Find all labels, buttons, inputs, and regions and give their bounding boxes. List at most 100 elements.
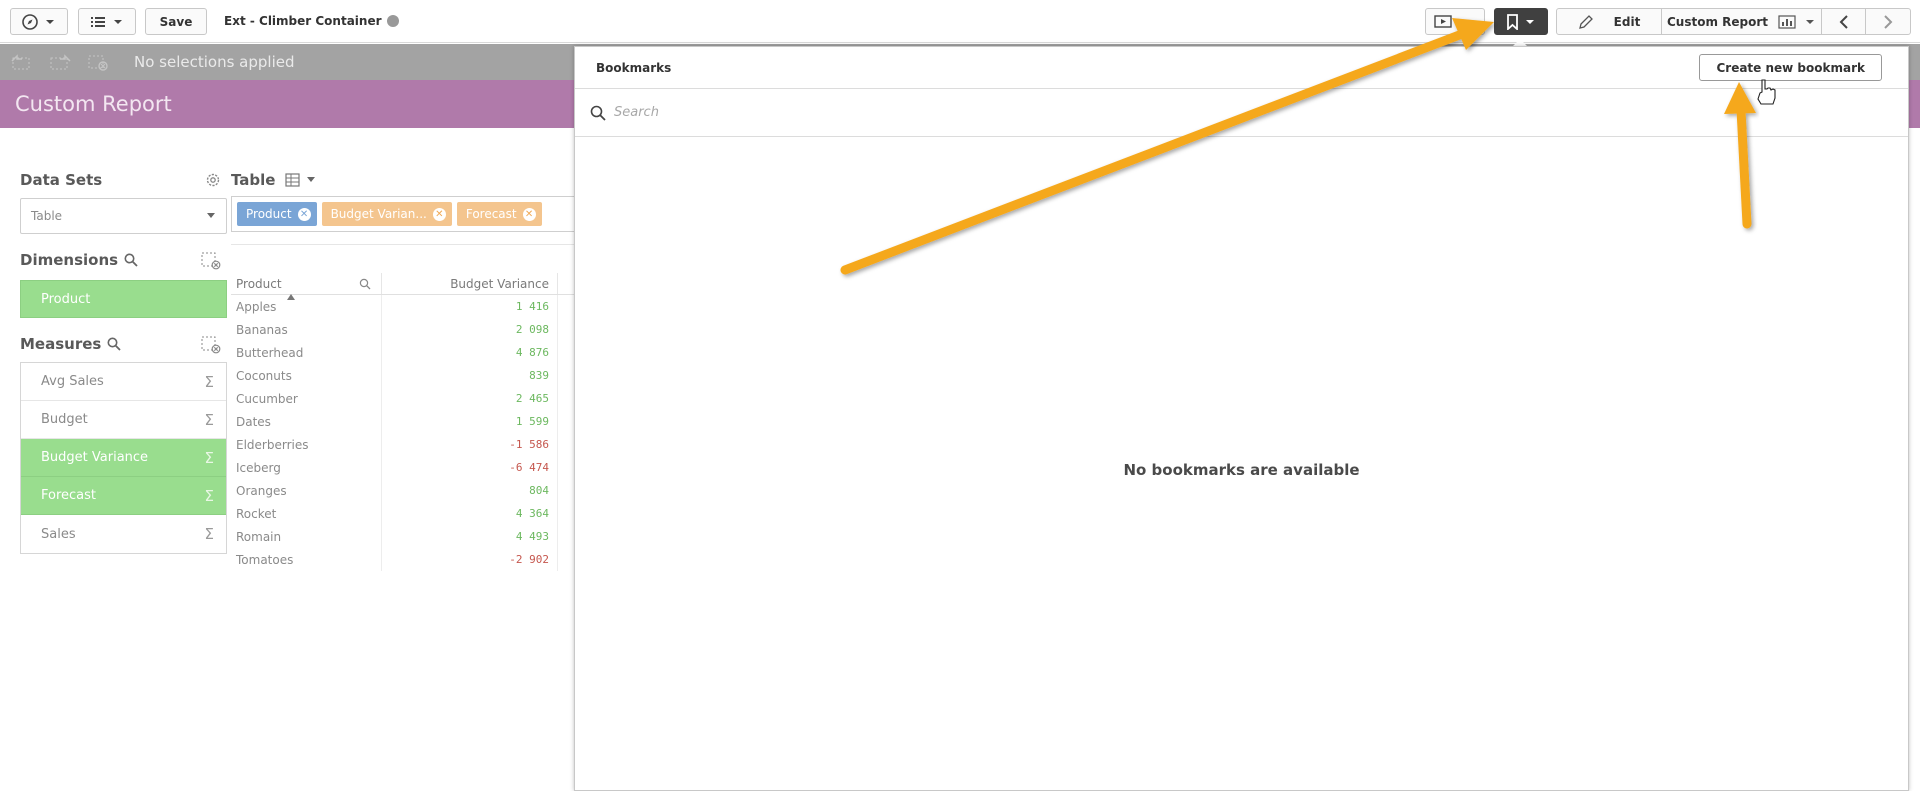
table-area: Table Product ✕ Budget Varian... ✕ Forec… <box>231 170 580 571</box>
cell-budget-variance: 2 098 <box>382 318 558 341</box>
cell-product[interactable]: Cucumber <box>231 387 382 410</box>
cell-product[interactable]: Apples <box>231 295 382 318</box>
cell-product[interactable]: Rocket <box>231 502 382 525</box>
column-header-budget-variance[interactable]: Budget Variance <box>382 273 558 294</box>
chip-label: Forecast <box>465 207 517 221</box>
save-button[interactable]: Save <box>145 8 207 35</box>
chip-product[interactable]: Product ✕ <box>237 202 317 226</box>
measure-item-label: Forecast <box>41 488 97 503</box>
bookmarks-search-input[interactable] <box>614 105 914 120</box>
table-row[interactable]: Oranges 804 <box>231 479 580 502</box>
search-icon <box>590 105 606 121</box>
bookmarks-search <box>575 89 1908 137</box>
table-row[interactable]: Rocket 4 364 <box>231 502 580 525</box>
cell-product[interactable]: Oranges <box>231 479 382 502</box>
sigma-icon: Σ <box>204 410 214 429</box>
caret-down-icon <box>207 213 215 218</box>
previous-sheet-button[interactable] <box>1822 9 1866 34</box>
clear-measures-icon[interactable] <box>201 336 221 354</box>
column-header-label: Product <box>236 276 282 291</box>
selection-tools <box>10 52 110 72</box>
cell-product[interactable]: Iceberg <box>231 456 382 479</box>
edit-button[interactable]: Edit <box>1557 9 1662 34</box>
data-sets-label: Data Sets <box>20 170 227 190</box>
cell-product[interactable]: Dates <box>231 410 382 433</box>
table-row[interactable]: Apples 1 416 <box>231 295 580 318</box>
sheet-selector-label: Custom Report <box>1666 14 1769 29</box>
sigma-icon: Σ <box>204 525 214 543</box>
table-row[interactable]: Dates 1 599 <box>231 410 580 433</box>
table-type-icon[interactable] <box>285 173 317 187</box>
table-row[interactable]: Bananas 2 098 <box>231 318 580 341</box>
sigma-icon: Σ <box>204 372 214 391</box>
global-menu-button[interactable] <box>78 8 136 35</box>
chevron-right-icon <box>1884 14 1893 29</box>
cell-product[interactable]: Romain <box>231 525 382 548</box>
measure-item-label: Budget <box>41 412 88 427</box>
bookmarks-header: Bookmarks Create new bookmark <box>575 47 1908 89</box>
next-sheet-button[interactable] <box>1866 9 1910 34</box>
table-row[interactable]: Romain 4 493 <box>231 525 580 548</box>
measure-item-label: Sales <box>41 526 76 542</box>
cell-budget-variance: 4 876 <box>382 341 558 364</box>
table-row[interactable]: Iceberg -6 474 <box>231 456 580 479</box>
close-icon[interactable]: ✕ <box>297 207 311 221</box>
cell-product[interactable]: Coconuts <box>231 364 382 387</box>
clear-dimensions-icon[interactable] <box>201 252 221 270</box>
search-icon[interactable] <box>124 253 138 267</box>
cell-budget-variance: 839 <box>382 364 558 387</box>
presentation-mode-button[interactable] <box>1425 8 1485 35</box>
table-row[interactable]: Coconuts 839 <box>231 364 580 387</box>
measure-item-budget[interactable]: Budget Σ <box>21 401 226 439</box>
measure-item-forecast[interactable]: Forecast Σ <box>21 477 226 515</box>
step-forward-button[interactable] <box>48 52 72 72</box>
table-row[interactable]: Elderberries -1 586 <box>231 433 580 456</box>
clear-selections-icon <box>88 55 108 71</box>
table-column-headers: Product Budget Variance <box>231 273 580 300</box>
bookmarks-popover: Bookmarks Create new bookmark No bookmar… <box>574 46 1909 791</box>
column-header-product[interactable]: Product <box>231 273 382 300</box>
custom-report-panel: Data Sets Table Dimensions Product Measu… <box>10 140 580 791</box>
close-icon[interactable]: ✕ <box>432 207 446 221</box>
bookmarks-button[interactable] <box>1494 8 1548 35</box>
measure-item-budget-variance[interactable]: Budget Variance Σ <box>21 439 226 477</box>
data-sets-label-text: Data Sets <box>20 171 103 189</box>
table-row[interactable]: Tomatoes -2 902 <box>231 548 580 571</box>
cell-product[interactable]: Bananas <box>231 318 382 341</box>
cell-budget-variance: 804 <box>382 479 558 502</box>
bookmark-icon <box>1507 13 1534 30</box>
sigma-icon: Σ <box>204 486 214 505</box>
table-header: Table <box>231 170 580 190</box>
sheet-selector-button[interactable]: Custom Report <box>1662 9 1822 34</box>
edit-button-label: Edit <box>1613 14 1641 29</box>
selections-status: No selections applied <box>134 53 295 71</box>
cell-product[interactable]: Elderberries <box>231 433 382 456</box>
create-new-bookmark-button[interactable]: Create new bookmark <box>1699 54 1882 81</box>
globe-icon <box>386 15 399 27</box>
cell-product[interactable]: Tomatoes <box>231 548 382 571</box>
measure-item-sales[interactable]: Sales Σ <box>21 515 226 553</box>
cell-budget-variance: -6 474 <box>382 456 558 479</box>
dimension-item-product[interactable]: Product <box>20 280 227 318</box>
navigation-menu-button[interactable] <box>10 8 68 35</box>
dimension-item-label: Product <box>41 291 91 307</box>
step-back-button[interactable] <box>10 52 34 72</box>
cell-budget-variance: -2 902 <box>382 548 558 571</box>
measure-item-avg-sales[interactable]: Avg Sales Σ <box>21 363 226 401</box>
cell-product[interactable]: Butterhead <box>231 341 382 364</box>
table-row[interactable]: Butterhead 4 876 <box>231 341 580 364</box>
search-icon[interactable] <box>359 278 371 290</box>
gear-icon[interactable] <box>205 172 221 188</box>
cell-budget-variance: 4 364 <box>382 502 558 525</box>
table-row[interactable]: Cucumber 2 465 <box>231 387 580 410</box>
chip-budget-variance[interactable]: Budget Varian... ✕ <box>321 202 452 226</box>
fields-column: Data Sets Table Dimensions Product Measu… <box>20 170 227 554</box>
close-icon[interactable]: ✕ <box>522 207 536 221</box>
data-set-dropdown[interactable]: Table <box>20 198 227 234</box>
clear-selections-button[interactable] <box>86 52 110 72</box>
search-icon[interactable] <box>107 337 121 351</box>
bookmarks-empty-message: No bookmarks are available <box>1123 461 1360 479</box>
table-title: Table <box>231 171 276 189</box>
chip-forecast[interactable]: Forecast ✕ <box>456 202 542 226</box>
pencil-icon <box>1578 14 1593 29</box>
